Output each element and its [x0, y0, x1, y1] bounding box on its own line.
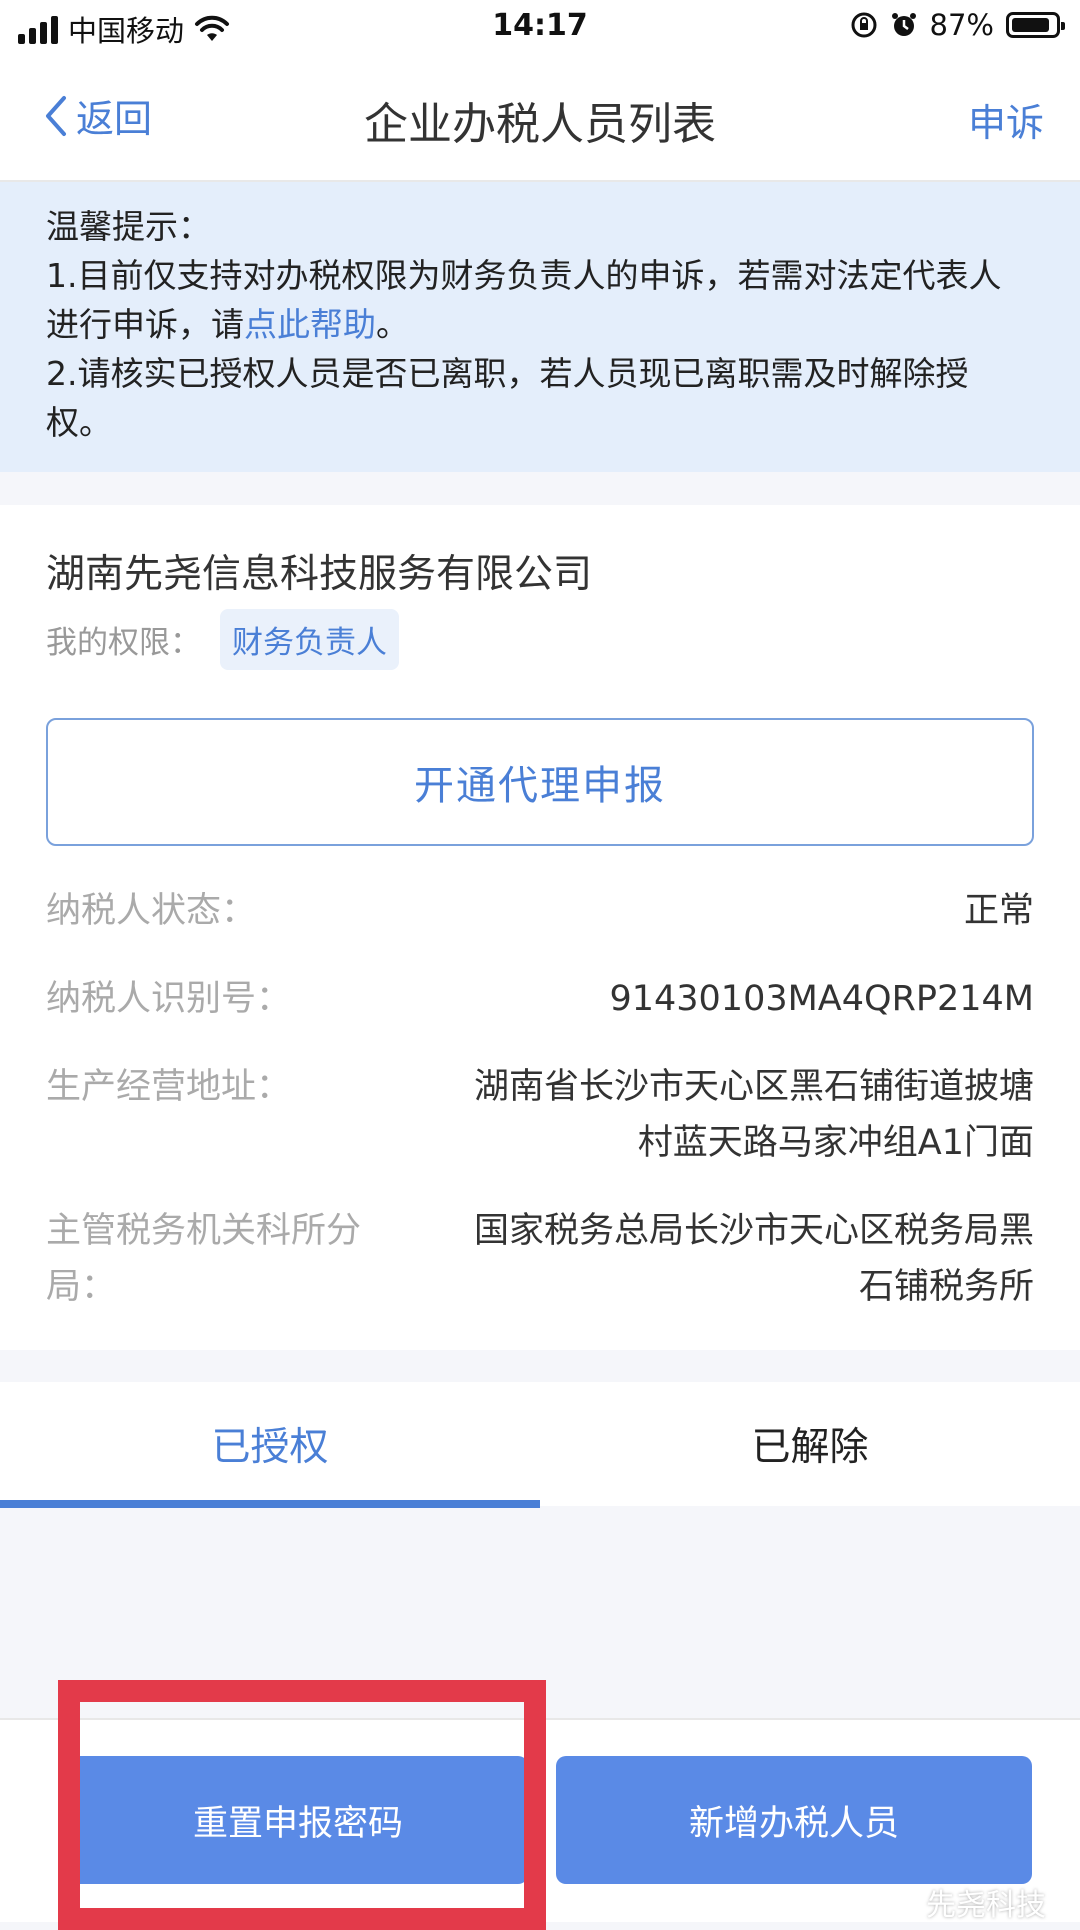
watermark: 先尧科技	[876, 1880, 1046, 1924]
notice-panel: 温馨提示： 1.目前仅支持对办税权限为财务负责人的申诉，若需对法定代表人进行申诉…	[0, 182, 1080, 472]
notice-line-1-text: 1.目前仅支持对办税权限为财务负责人的申诉，若需对法定代表人进行申诉，请	[46, 256, 1002, 344]
tab-authorized[interactable]: 已授权	[0, 1382, 540, 1506]
field-label: 纳税人识别号：	[46, 979, 292, 1019]
help-link[interactable]: 点此帮助	[244, 305, 376, 344]
battery-icon	[1006, 12, 1065, 38]
appeal-button[interactable]: 申诉	[968, 92, 1044, 147]
field-label: 主管税务机关科所分局：	[46, 1211, 362, 1307]
wechat-icon	[876, 1887, 916, 1916]
field-value: 国家税务总局长沙市天心区税务局黑石铺税务所	[474, 1211, 1035, 1307]
field-value: 91430103MA4QRP214M	[609, 979, 1034, 1019]
watermark-text: 先尧科技	[926, 1888, 1046, 1923]
field-value: 湖南省长沙市天心区黑石铺街道披塘村蓝天路马家冲组A1门面	[474, 1067, 1035, 1163]
field-label: 生产经营地址：	[46, 1067, 292, 1107]
field-label: 纳税人状态：	[46, 891, 257, 931]
permission-label: 我的权限：	[46, 625, 201, 661]
tab-bar: 已授权 已解除	[0, 1382, 1080, 1506]
rotation-lock-icon	[851, 12, 877, 38]
battery-percent: 87%	[929, 8, 994, 42]
active-tab-indicator	[0, 1500, 540, 1508]
company-card: 湖南先尧信息科技服务有限公司 我的权限： 财务负责人 开通代理申报 纳税人状态：…	[0, 505, 1080, 1350]
tab-revoked[interactable]: 已解除	[540, 1382, 1080, 1506]
status-bar: 中国移动 14:17 87%	[0, 0, 1080, 56]
notice-line-1-suffix: 。	[376, 305, 409, 344]
add-tax-staff-button[interactable]: 新增办税人员	[556, 1756, 1032, 1884]
enable-agent-declaration-button[interactable]: 开通代理申报	[46, 718, 1034, 846]
nav-bar: 返回 企业办税人员列表 申诉	[0, 56, 1080, 182]
notice-line-1: 1.目前仅支持对办税权限为财务负责人的申诉，若需对法定代表人进行申诉，请点此帮助…	[46, 251, 1034, 349]
page-title: 企业办税人员列表	[364, 99, 716, 150]
alarm-icon	[891, 13, 916, 36]
notice-line-2: 2.请核实已授权人员是否已离职，若人员现已离职需及时解除授权。	[46, 354, 969, 442]
status-right: 87%	[850, 8, 1065, 42]
field-value: 正常	[963, 891, 1034, 931]
permission-badge: 财务负责人	[220, 609, 399, 670]
highlight-box	[58, 1680, 546, 1930]
notice-heading: 温馨提示：	[46, 207, 211, 246]
company-name: 湖南先尧信息科技服务有限公司	[46, 552, 593, 597]
